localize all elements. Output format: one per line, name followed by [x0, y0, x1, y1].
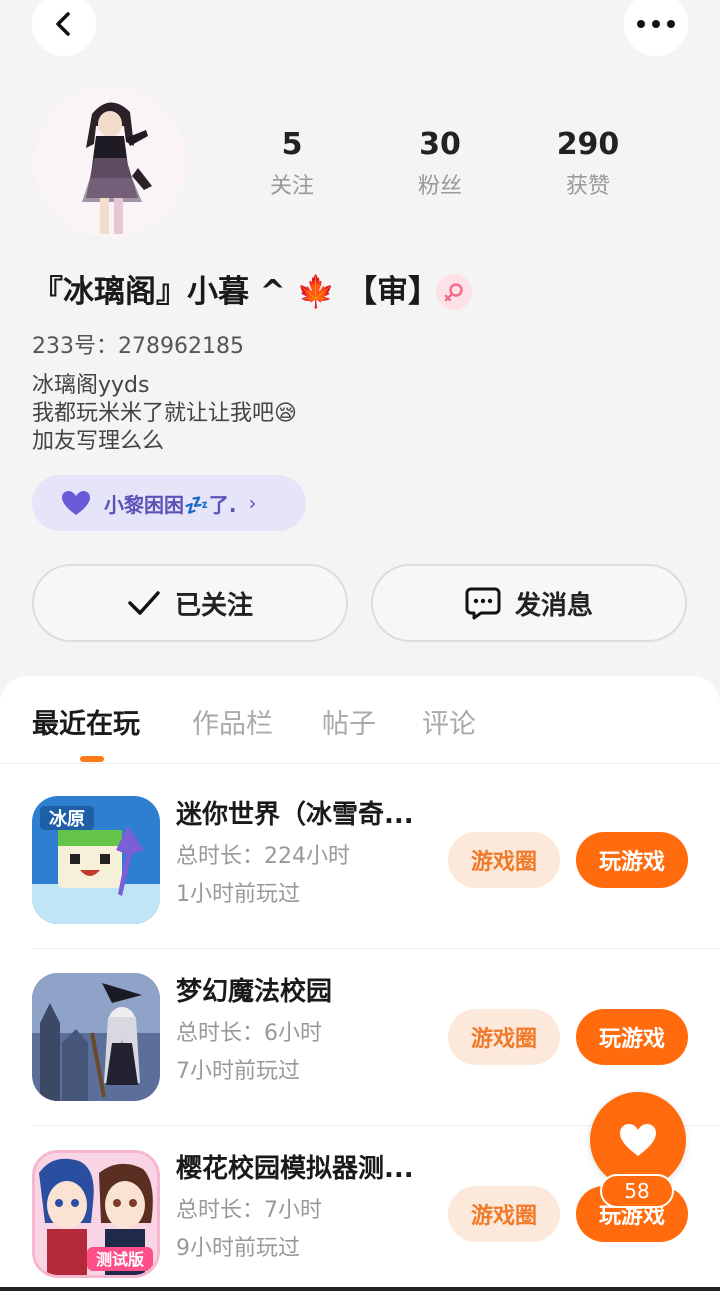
mood-text: 小黎困困💤了.: [104, 492, 237, 517]
avatar-character-image: [34, 86, 186, 238]
tab-recently-played[interactable]: 最近在玩: [32, 702, 140, 741]
bio-text: 冰璃阁yyds 我都玩米米了就让让我吧😪 加友写理么么: [32, 373, 297, 454]
game-duration: 总时长：224小时: [176, 844, 350, 869]
stat-likes[interactable]: 290 获赞: [528, 126, 648, 200]
more-button[interactable]: [624, 0, 688, 56]
stat-likes-label: 获赞: [565, 174, 610, 199]
play-game-button[interactable]: 玩游戏: [576, 832, 688, 888]
message-button-label: 发消息: [514, 590, 593, 621]
user-id: 233号：278962185: [32, 328, 244, 360]
game-icon: [32, 973, 160, 1101]
game-last-played: 7小时前玩过: [176, 1059, 300, 1084]
stat-likes-count: 290: [556, 127, 620, 162]
game-title: 迷你世界（冰雪奇...: [176, 800, 414, 830]
active-tab-indicator: [80, 756, 104, 762]
user-id-value: 278962185: [118, 334, 244, 359]
game-row[interactable]: 冰原 迷你世界（冰雪奇... 总时长：224小时 1小时前玩过 游戏圈 玩游戏: [0, 764, 720, 940]
play-game-button[interactable]: 玩游戏: [576, 1009, 688, 1065]
username: 『冰璃阁』小暮 ^ 🍁 【审】: [32, 274, 439, 310]
game-circle-button[interactable]: 游戏圈: [448, 1009, 560, 1065]
game-circle-button[interactable]: 游戏圈: [448, 1186, 560, 1242]
game-duration: 总时长：6小时: [176, 1021, 322, 1046]
stat-followers[interactable]: 30 粉丝: [380, 126, 500, 200]
game-icon: 测试版: [32, 1150, 160, 1278]
stat-following[interactable]: 5 关注: [232, 126, 352, 200]
tab-comments[interactable]: 评论: [422, 702, 476, 741]
follow-button-label: 已关注: [174, 590, 253, 621]
game-title: 梦幻魔法校园: [176, 977, 333, 1007]
game-last-played: 9小时前玩过: [176, 1236, 300, 1261]
game-duration: 总时长：7小时: [176, 1198, 322, 1223]
stat-followers-label: 粉丝: [417, 174, 462, 199]
chevron-right-icon: ›: [248, 491, 257, 515]
stat-following-count: 5: [281, 127, 303, 162]
chevron-left-icon: [56, 12, 70, 36]
female-icon: [436, 274, 472, 310]
stat-following-label: 关注: [269, 174, 314, 199]
game-last-played: 1小时前玩过: [176, 882, 300, 907]
game-row[interactable]: 梦幻魔法校园 总时长：6小时 7小时前玩过 游戏圈 玩游戏: [0, 941, 720, 1117]
chat-bubble-icon: [465, 587, 501, 620]
stat-followers-count: 30: [419, 127, 461, 162]
game-icon: 冰原: [32, 796, 160, 924]
game-title: 樱花校园模拟器测...: [176, 1154, 414, 1184]
like-count-badge: 58: [600, 1174, 674, 1208]
check-icon: [128, 591, 160, 615]
message-button[interactable]: 发消息: [371, 564, 687, 642]
game-icon-badge: 测试版: [96, 1250, 144, 1269]
tab-posts[interactable]: 帖子: [322, 702, 376, 741]
tab-bar: 最近在玩 作品栏 帖子 评论: [0, 676, 720, 764]
heart-icon: [62, 491, 90, 515]
game-icon-badge: 冰原: [49, 808, 85, 830]
follow-button[interactable]: 已关注: [32, 564, 348, 642]
bottom-edge-bar: [0, 1287, 720, 1291]
heart-icon: [620, 1124, 656, 1156]
user-id-label: 233号：: [32, 334, 118, 359]
tab-works[interactable]: 作品栏: [192, 702, 273, 741]
back-button[interactable]: [32, 0, 96, 56]
mood-status[interactable]: 小黎困困💤了. ›: [32, 475, 306, 531]
more-dots-icon: [637, 20, 675, 28]
game-circle-button[interactable]: 游戏圈: [448, 832, 560, 888]
avatar[interactable]: [34, 86, 186, 238]
